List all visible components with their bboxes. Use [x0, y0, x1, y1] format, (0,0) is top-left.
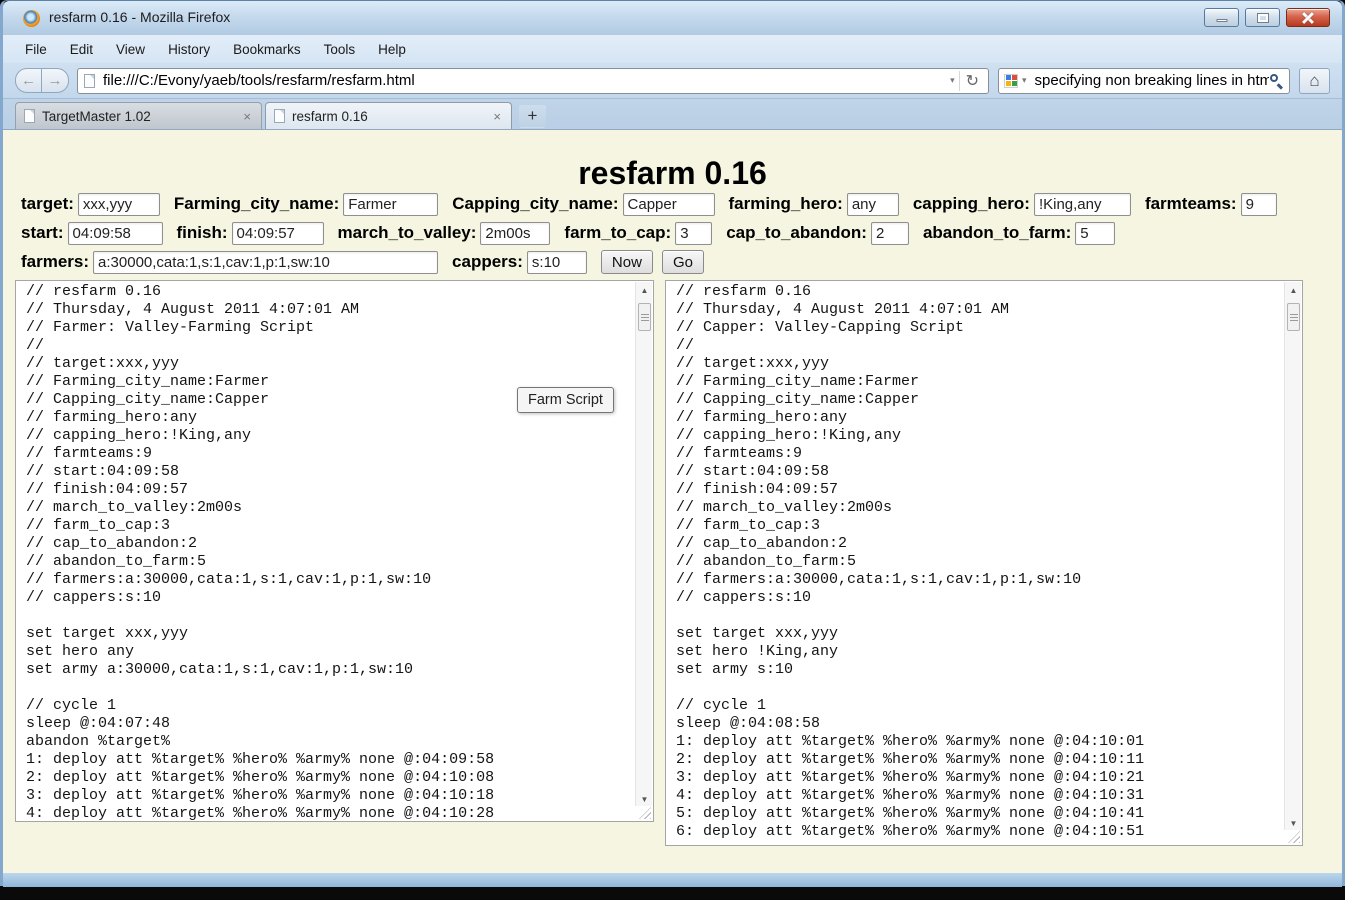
farm-script-tooltip: Farm Script — [517, 387, 614, 413]
scrollbar[interactable]: ▲ ▼ — [635, 282, 652, 806]
url-bar[interactable]: file:///C:/Evony/yaeb/tools/resfarm/resf… — [77, 68, 989, 94]
target-input[interactable] — [78, 193, 160, 216]
menu-edit[interactable]: Edit — [65, 39, 98, 60]
window-bottom-edge — [3, 873, 1342, 887]
tab-title: TargetMaster 1.02 — [42, 109, 241, 124]
scroll-up-icon[interactable]: ▲ — [1285, 286, 1302, 295]
menu-file[interactable]: File — [20, 39, 52, 60]
window-title: resfarm 0.16 - Mozilla Firefox — [49, 9, 230, 25]
farmteams-label: farmteams: — [1145, 194, 1237, 214]
navigation-bar: ← → file:///C:/Evony/yaeb/tools/resfarm/… — [3, 63, 1342, 99]
cap-to-abandon-label: cap_to_abandon: — [726, 223, 867, 243]
form-row-1: target: Farming_city_name: Capping_city_… — [21, 192, 1342, 216]
search-engine-dropdown-icon[interactable]: ▾ — [1018, 75, 1031, 86]
resize-grip[interactable] — [1288, 831, 1300, 843]
script-panes: // resfarm 0.16 // Thursday, 4 August 20… — [15, 280, 1342, 846]
home-button[interactable]: ⌂ — [1299, 68, 1330, 94]
new-tab-button[interactable]: + — [519, 104, 546, 128]
farming-city-name-input[interactable] — [343, 193, 438, 216]
url-dropdown-icon[interactable]: ▾ — [946, 75, 959, 86]
scroll-down-icon[interactable]: ▼ — [636, 795, 653, 804]
search-box[interactable]: ▾ specifying non breaking lines in htm — [998, 68, 1290, 94]
finish-input[interactable] — [232, 222, 324, 245]
search-input[interactable]: specifying non breaking lines in htm — [1035, 72, 1269, 89]
abandon-to-farm-input[interactable] — [1075, 222, 1115, 245]
page-title: resfarm 0.16 — [3, 155, 1342, 192]
home-icon: ⌂ — [1309, 71, 1319, 91]
scroll-up-icon[interactable]: ▲ — [636, 286, 653, 295]
minimize-button[interactable] — [1204, 8, 1239, 27]
farm-to-cap-input[interactable] — [675, 222, 712, 245]
capper-script-text[interactable]: // resfarm 0.16 // Thursday, 4 August 20… — [666, 281, 1283, 845]
forward-icon: → — [48, 72, 63, 89]
start-label: start: — [21, 223, 64, 243]
farming-city-name-label: Farming_city_name: — [174, 194, 339, 214]
capping-city-name-label: Capping_city_name: — [452, 194, 618, 214]
tab-title: resfarm 0.16 — [292, 109, 491, 124]
capping-hero-label: capping_hero: — [913, 194, 1030, 214]
form-row-2: start: finish: march_to_valley: farm_to_… — [21, 221, 1342, 245]
window-controls — [1204, 8, 1330, 27]
browser-window: resfarm 0.16 - Mozilla Firefox File Edit… — [0, 0, 1345, 886]
menu-bookmarks[interactable]: Bookmarks — [228, 39, 306, 60]
target-label: target: — [21, 194, 74, 214]
scrollbar[interactable]: ▲ ▼ — [1284, 282, 1301, 830]
search-icon[interactable] — [1269, 73, 1284, 88]
menu-view[interactable]: View — [111, 39, 150, 60]
capper-script-area[interactable]: // resfarm 0.16 // Thursday, 4 August 20… — [665, 280, 1303, 846]
now-button[interactable]: Now — [601, 250, 653, 274]
scroll-down-icon[interactable]: ▼ — [1285, 819, 1302, 828]
farmer-script-area[interactable]: // resfarm 0.16 // Thursday, 4 August 20… — [15, 280, 654, 822]
finish-label: finish: — [177, 223, 228, 243]
resize-grip[interactable] — [639, 807, 651, 819]
maximize-button[interactable] — [1245, 8, 1280, 27]
minimize-icon — [1216, 19, 1227, 22]
scrollbar-thumb[interactable] — [1287, 303, 1300, 331]
google-icon — [1004, 74, 1018, 88]
farm-to-cap-label: farm_to_cap: — [564, 223, 671, 243]
page-icon — [274, 109, 285, 123]
go-button[interactable]: Go — [662, 250, 704, 274]
farmers-label: farmers: — [21, 252, 89, 272]
tab-close-icon[interactable]: × — [241, 109, 253, 124]
menu-tools[interactable]: Tools — [319, 39, 361, 60]
firefox-logo-icon — [23, 10, 40, 27]
close-button[interactable] — [1286, 8, 1330, 27]
menubar: File Edit View History Bookmarks Tools H… — [3, 35, 1342, 63]
nav-buttons: ← → — [15, 68, 69, 93]
tab-bar: TargetMaster 1.02 × resfarm 0.16 × + — [3, 99, 1342, 130]
tab-resfarm[interactable]: resfarm 0.16 × — [265, 102, 512, 129]
march-to-valley-label: march_to_valley: — [338, 223, 477, 243]
start-input[interactable] — [68, 222, 163, 245]
maximize-icon — [1258, 14, 1268, 22]
abandon-to-farm-label: abandon_to_farm: — [923, 223, 1071, 243]
tab-targetmaster[interactable]: TargetMaster 1.02 × — [15, 102, 262, 129]
farmer-script-text[interactable]: // resfarm 0.16 // Thursday, 4 August 20… — [16, 281, 634, 821]
farmers-input[interactable] — [93, 251, 438, 274]
form-row-3: farmers: cappers: Now Go — [21, 250, 1342, 274]
scrollbar-thumb[interactable] — [638, 303, 651, 331]
farming-hero-input[interactable] — [847, 193, 899, 216]
menu-help[interactable]: Help — [373, 39, 411, 60]
capping-city-name-input[interactable] — [623, 193, 715, 216]
forward-button[interactable]: → — [42, 68, 69, 93]
page-icon — [84, 74, 95, 88]
reload-icon[interactable]: ↻ — [959, 71, 982, 91]
march-to-valley-input[interactable] — [480, 222, 550, 245]
url-text[interactable]: file:///C:/Evony/yaeb/tools/resfarm/resf… — [103, 72, 946, 89]
cappers-input[interactable] — [527, 251, 587, 274]
menu-history[interactable]: History — [163, 39, 215, 60]
tab-close-icon[interactable]: × — [491, 109, 503, 124]
capping-hero-input[interactable] — [1034, 193, 1131, 216]
cappers-label: cappers: — [452, 252, 523, 272]
titlebar[interactable]: resfarm 0.16 - Mozilla Firefox — [3, 1, 1342, 35]
page-content: resfarm 0.16 target: Farming_city_name: … — [3, 130, 1342, 873]
page-icon — [24, 109, 35, 123]
farming-hero-label: farming_hero: — [729, 194, 843, 214]
back-icon: ← — [21, 72, 36, 89]
back-button[interactable]: ← — [15, 68, 42, 93]
cap-to-abandon-input[interactable] — [871, 222, 909, 245]
farmteams-input[interactable] — [1241, 193, 1277, 216]
